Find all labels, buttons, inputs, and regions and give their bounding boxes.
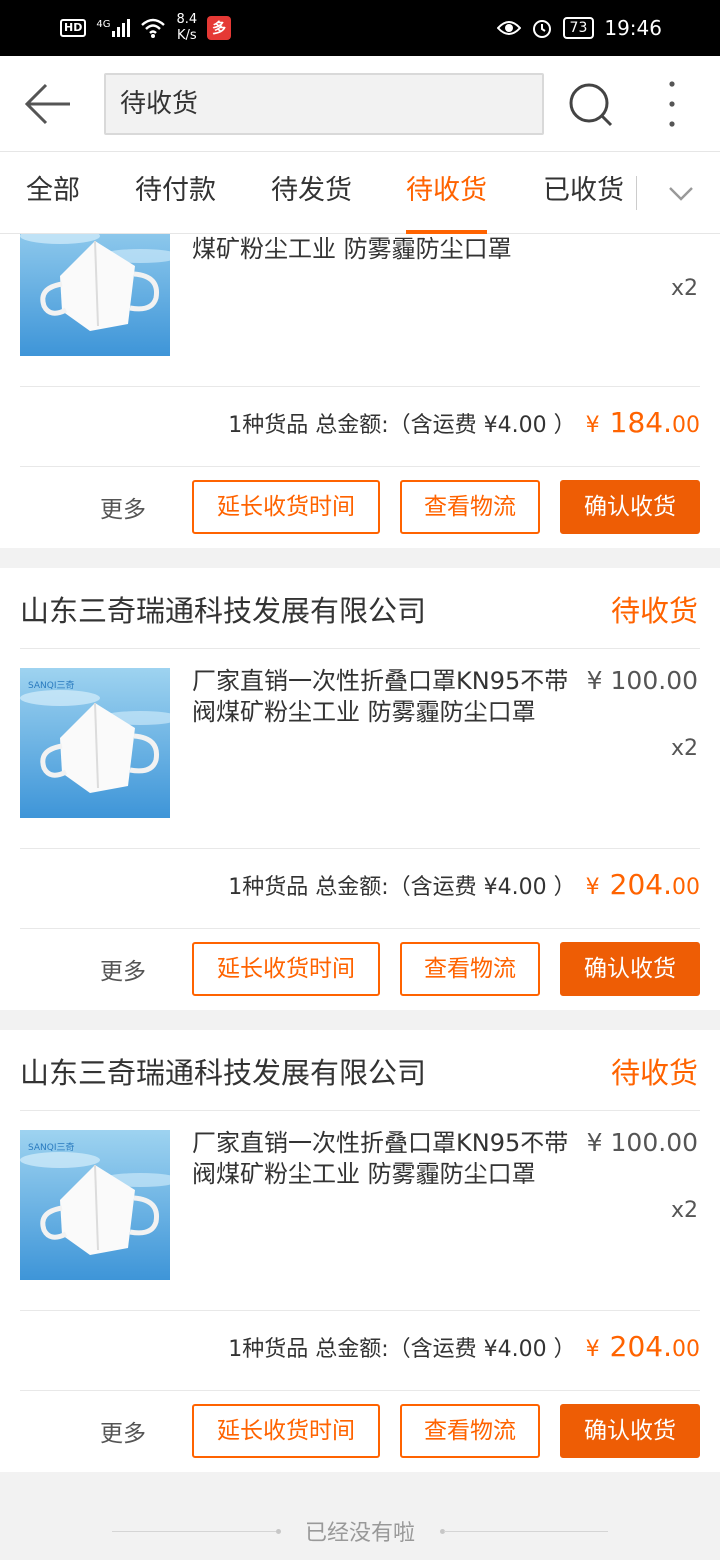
divider	[20, 386, 700, 387]
product-price: ¥ 100.00	[586, 1128, 698, 1157]
divider	[20, 648, 700, 649]
extend-receipt-button[interactable]: 延长收货时间	[192, 480, 380, 534]
total-amount-decimal: 00	[672, 875, 700, 900]
order-total: 1种货品 总金额:（含运费 ¥4.00 ） ¥ 204. 00	[228, 868, 700, 901]
view-logistics-button[interactable]: 查看物流	[400, 942, 540, 996]
tab-pending-receipt[interactable]: 待收货	[406, 152, 487, 234]
shop-name[interactable]: 山东三奇瑞通科技发展有限公司	[20, 1050, 426, 1092]
total-currency: ¥	[585, 1337, 600, 1362]
wifi-icon	[141, 18, 166, 38]
tab-all[interactable]: 全部	[26, 152, 80, 234]
extend-receipt-button[interactable]: 延长收货时间	[192, 942, 380, 996]
net-type-label: 4G	[96, 19, 111, 30]
extend-receipt-button[interactable]: 延长收货时间	[192, 1404, 380, 1458]
product-thumbnail[interactable]	[20, 234, 170, 356]
order-total: 1种货品 总金额:（含运费 ¥4.00 ） ¥ 184. 00	[228, 406, 700, 439]
divider	[20, 1310, 700, 1311]
divider	[20, 928, 700, 929]
total-label: 1种货品 总金额:（含运费 ¥4.00 ）	[228, 875, 576, 900]
total-amount-integer: 184.	[609, 406, 672, 439]
view-logistics-button[interactable]: 查看物流	[400, 1404, 540, 1458]
end-message: 已经没有啦	[304, 1521, 415, 1546]
tab-received[interactable]: 已收货	[543, 152, 624, 234]
order-card: 山东三奇瑞通科技发展有限公司 待收货 SANQI三奇 厂家直销一次性折叠口罩KN…	[0, 568, 720, 1010]
top-bar: 待收货	[0, 56, 720, 152]
shop-name[interactable]: 山东三奇瑞通科技发展有限公司	[20, 588, 426, 630]
app-notification-icon: 多	[207, 16, 232, 40]
total-currency: ¥	[585, 413, 600, 438]
total-amount-decimal: 00	[672, 413, 700, 438]
product-quantity: x2	[670, 736, 698, 761]
signal-icon: 4G	[96, 19, 131, 37]
divider	[20, 1390, 700, 1391]
total-currency: ¥	[585, 875, 600, 900]
product-price: ¥ 100.00	[586, 666, 698, 695]
hd-icon: HD	[60, 19, 87, 37]
battery-indicator: 73	[562, 17, 595, 39]
total-amount-decimal: 00	[672, 1337, 700, 1362]
chevron-down-icon[interactable]	[668, 180, 694, 206]
product-name[interactable]: 厂家直销一次性折叠口罩KN95不带阀煤矿粉尘工业 防雾霾防尘口罩	[192, 666, 592, 728]
more-button[interactable]: 更多	[100, 952, 146, 986]
divider	[20, 848, 700, 849]
order-status: 待收货	[610, 1056, 698, 1090]
total-label: 1种货品 总金额:（含运费 ¥4.00 ）	[228, 413, 576, 438]
product-name[interactable]: 煤矿粉尘工业 防雾霾防尘口罩	[192, 234, 592, 265]
network-speed: 8.4 K/s	[176, 12, 198, 43]
eye-icon	[496, 21, 521, 35]
order-status: 待收货	[610, 594, 698, 628]
back-arrow-icon[interactable]	[24, 82, 72, 126]
product-name[interactable]: 厂家直销一次性折叠口罩KN95不带阀煤矿粉尘工业 防雾霾防尘口罩	[192, 1128, 592, 1190]
tab-divider	[636, 176, 637, 210]
more-menu-icon[interactable]	[660, 78, 684, 130]
order-card: 山东三奇瑞通科技发展有限公司 待收货 SANQI三奇 厂家直销一次性折叠口罩KN…	[0, 1030, 720, 1472]
clock: 19:46	[604, 16, 662, 40]
thumb-brand: SANQI三奇	[28, 679, 75, 691]
search-icon[interactable]	[566, 80, 616, 130]
confirm-receipt-button[interactable]: 确认收货	[560, 1404, 700, 1458]
product-thumbnail[interactable]: SANQI三奇	[20, 668, 170, 818]
view-logistics-button[interactable]: 查看物流	[400, 480, 540, 534]
confirm-receipt-button[interactable]: 确认收货	[560, 942, 700, 996]
divider	[20, 466, 700, 467]
confirm-receipt-button[interactable]: 确认收货	[560, 480, 700, 534]
end-of-list: 已经没有啦	[0, 1505, 720, 1555]
order-total: 1种货品 总金额:（含运费 ¥4.00 ） ¥ 204. 00	[228, 1330, 700, 1363]
thumb-brand: SANQI三奇	[28, 1141, 75, 1153]
search-input[interactable]: 待收货	[104, 73, 544, 135]
more-button[interactable]: 更多	[100, 1414, 146, 1448]
total-amount-integer: 204.	[609, 868, 672, 901]
order-card: 煤矿粉尘工业 防雾霾防尘口罩 x2 1种货品 总金额:（含运费 ¥4.00 ） …	[0, 234, 720, 548]
end-divider-right	[444, 1531, 608, 1532]
status-bar: HD 4G 8.4 K/s 多 73 19:46	[0, 0, 720, 56]
alarm-icon	[532, 20, 551, 38]
order-status-tabs: 全部 待付款 待发货 待收货 已收货	[0, 152, 720, 234]
total-amount-integer: 204.	[609, 1330, 672, 1363]
tab-pending-shipment[interactable]: 待发货	[271, 152, 352, 234]
tab-pending-payment[interactable]: 待付款	[135, 152, 216, 234]
product-thumbnail[interactable]: SANQI三奇	[20, 1130, 170, 1280]
product-quantity: x2	[670, 1198, 698, 1223]
more-button[interactable]: 更多	[100, 490, 146, 524]
divider	[20, 1110, 700, 1111]
total-label: 1种货品 总金额:（含运费 ¥4.00 ）	[228, 1337, 576, 1362]
product-quantity: x2	[670, 276, 698, 301]
